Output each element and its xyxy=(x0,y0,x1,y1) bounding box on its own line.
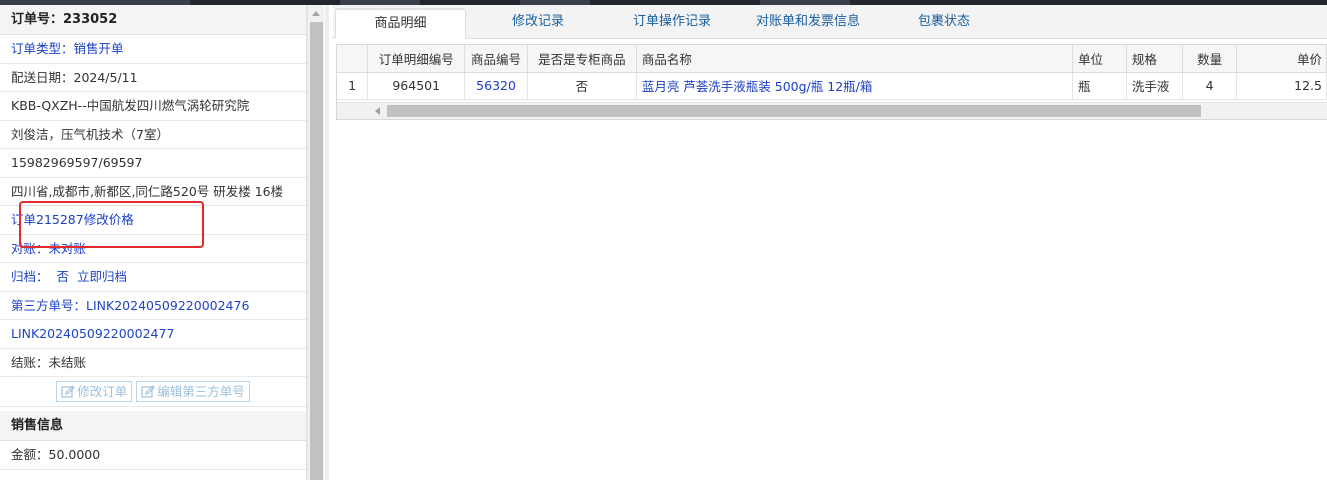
phone-number: 15982969597/69597 xyxy=(0,149,306,178)
archive-status: 否 xyxy=(56,269,70,284)
edit-order-label: 修改订单 xyxy=(77,384,128,399)
third-party-label: 第三方单号： xyxy=(11,297,87,313)
order-type-row: 订单类型：销售开单 xyxy=(0,35,306,64)
tab-package-status[interactable]: 包裹状态 xyxy=(889,8,999,39)
column-header-unit-price[interactable]: 单价 xyxy=(1236,45,1327,73)
tab-order-operations[interactable]: 订单操作记录 xyxy=(607,8,737,39)
table-header-row: 订单明细编号 商品编号 是否是专柜商品 商品名称 单位 规格 数量 单价 xyxy=(337,45,1327,73)
sales-amount: 金额：50.0000 xyxy=(0,441,306,470)
grid-horizontal-scrollbar[interactable] xyxy=(337,102,1327,119)
tab-product-details[interactable]: 商品明细 xyxy=(335,8,466,39)
cell-detail-id: 964501 xyxy=(367,72,466,100)
detail-tabs: 商品明细 修改记录 订单操作记录 对账单和发票信息 包裹状态 xyxy=(333,5,1327,39)
column-header-spec[interactable]: 规格 xyxy=(1126,45,1183,73)
tab-statement-invoice[interactable]: 对账单和发票信息 xyxy=(733,8,883,39)
third-party-number[interactable]: LINK20240509220002476 xyxy=(86,298,249,313)
edit-third-party-button[interactable]: 编辑第三方单号 xyxy=(136,381,250,402)
customer-name: KBB-QXZH--中国航发四川燃气涡轮研究院 xyxy=(0,92,306,121)
archive-label: 归档： xyxy=(11,269,49,284)
row-index: 1 xyxy=(337,72,369,100)
cell-unit-price: 12.5 xyxy=(1236,72,1327,100)
product-table: 订单明细编号 商品编号 是否是专柜商品 商品名称 单位 规格 数量 单价 1 9… xyxy=(337,45,1327,100)
pencil-square-icon xyxy=(141,384,156,398)
order-type-value[interactable]: 销售开单 xyxy=(74,41,124,56)
column-header-is-counter[interactable]: 是否是专柜商品 xyxy=(527,45,637,73)
contact-person: 刘俊洁，压气机技术（7室） xyxy=(0,121,306,149)
third-party-number[interactable]: LINK20240509220002477 xyxy=(11,326,174,341)
panel-divider[interactable] xyxy=(325,5,329,480)
archive-row: 归档： 否 立即归档 xyxy=(0,263,306,292)
delivery-date: 配送日期：2024/5/11 xyxy=(0,64,306,92)
cell-product-name-link[interactable]: 蓝月亮 芦荟洗手液瓶装 500g/瓶 12瓶/箱 xyxy=(636,72,1074,100)
order-actions: 修改订单 编辑第三方单号 xyxy=(0,377,306,407)
order-type-label: 订单类型： xyxy=(11,41,74,56)
column-header-unit[interactable]: 单位 xyxy=(1072,45,1127,73)
scroll-thumb[interactable] xyxy=(310,22,323,480)
column-header-detail-id[interactable]: 订单明细编号 xyxy=(367,45,466,73)
pencil-square-icon xyxy=(61,384,76,398)
highlight-box xyxy=(19,201,204,248)
scroll-thumb[interactable] xyxy=(387,105,1201,117)
column-header-quantity[interactable]: 数量 xyxy=(1182,45,1238,73)
edit-third-party-label: 编辑第三方单号 xyxy=(157,384,245,399)
column-header-index xyxy=(337,45,369,73)
scroll-up-icon[interactable] xyxy=(312,11,320,16)
settlement-status: 结账：未结账 xyxy=(0,349,306,377)
cell-unit: 瓶 xyxy=(1072,72,1127,100)
scroll-left-icon[interactable] xyxy=(375,107,380,115)
cell-product-id-link[interactable]: 56320 xyxy=(464,72,528,100)
product-grid: 订单明细编号 商品编号 是否是专柜商品 商品名称 单位 规格 数量 单价 1 9… xyxy=(336,44,1327,120)
sales-info-header: 销售信息 xyxy=(0,411,306,441)
column-header-product-id[interactable]: 商品编号 xyxy=(464,45,528,73)
tab-change-log[interactable]: 修改记录 xyxy=(473,8,603,39)
table-row[interactable]: 1 964501 56320 否 蓝月亮 芦荟洗手液瓶装 500g/瓶 12瓶/… xyxy=(337,72,1327,100)
third-party-row-2: LINK20240509220002477 xyxy=(0,320,306,349)
cell-spec: 洗手液 xyxy=(1126,72,1183,100)
left-panel-scrollbar[interactable] xyxy=(307,5,324,480)
cell-quantity: 4 xyxy=(1182,72,1238,100)
cell-is-counter: 否 xyxy=(527,72,637,100)
column-header-product-name[interactable]: 商品名称 xyxy=(636,45,1074,73)
third-party-row: 第三方单号：LINK20240509220002476 xyxy=(0,292,306,320)
edit-order-button[interactable]: 修改订单 xyxy=(56,381,133,402)
order-number-header: 订单号：233052 xyxy=(0,5,306,35)
archive-now-link[interactable]: 立即归档 xyxy=(77,269,127,284)
